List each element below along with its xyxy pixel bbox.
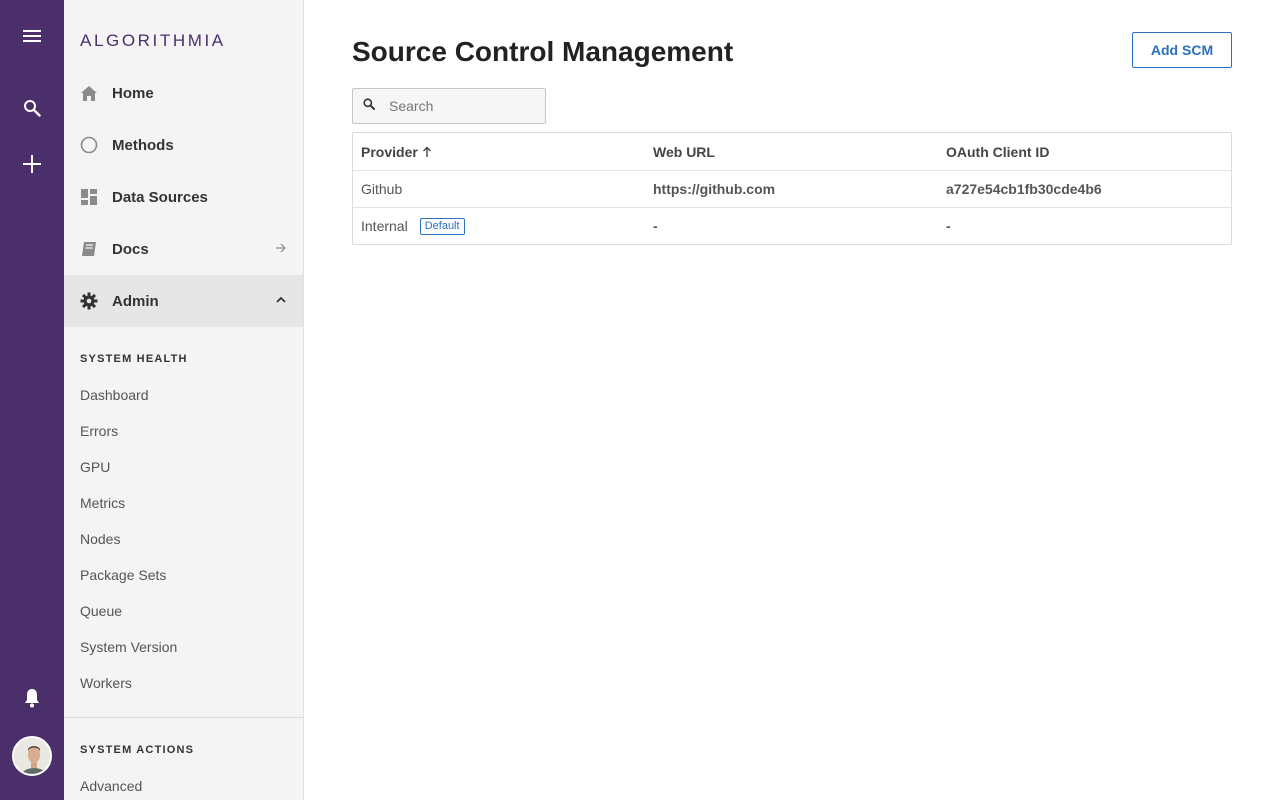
arrow-right-icon — [274, 241, 288, 255]
scm-table: Provider Web URL OAuth Client ID Github … — [352, 132, 1232, 245]
chevron-up-icon[interactable] — [274, 293, 288, 307]
nav-item-methods[interactable]: Methods — [64, 119, 303, 171]
sidebar: ALGORITHMIA Home Methods Data Sources Do… — [64, 0, 304, 800]
provider-cell: Internal Default — [353, 217, 645, 235]
provider-name: Github — [361, 181, 403, 197]
web-url-cell: https://github.com — [653, 181, 776, 197]
home-icon — [80, 84, 98, 102]
hamburger-icon[interactable] — [12, 16, 52, 56]
nav-label: Data Sources — [112, 188, 208, 206]
circle-icon — [80, 136, 98, 154]
sidebar-item-package-sets[interactable]: Package Sets — [80, 567, 166, 583]
system-actions-title: SYSTEM ACTIONS — [80, 744, 195, 756]
system-health-title: SYSTEM HEALTH — [80, 353, 188, 365]
web-url-cell: - — [653, 218, 658, 234]
user-avatar[interactable] — [12, 736, 52, 776]
left-rail — [0, 0, 64, 800]
dashboard-icon — [80, 188, 98, 206]
table-row[interactable]: Github https://github.com a727e54cb1fb30… — [353, 170, 1231, 207]
sidebar-item-advanced[interactable]: Advanced — [80, 778, 142, 794]
nav-item-data-sources[interactable]: Data Sources — [64, 171, 303, 223]
sidebar-item-workers[interactable]: Workers — [80, 675, 132, 691]
sidebar-divider — [64, 717, 303, 718]
column-header-oauth-client-id[interactable]: OAuth Client ID — [938, 144, 1231, 160]
sidebar-item-dashboard[interactable]: Dashboard — [80, 387, 149, 403]
sidebar-item-metrics[interactable]: Metrics — [80, 495, 125, 511]
bell-icon[interactable] — [12, 678, 52, 718]
nav-label: Methods — [112, 136, 174, 154]
provider-name: Internal — [361, 218, 408, 234]
plus-icon[interactable] — [12, 144, 52, 184]
page-title: Source Control Management — [352, 36, 734, 67]
client-id-cell: a727e54cb1fb30cde4b6 — [946, 181, 1102, 197]
search-input[interactable] — [389, 98, 539, 114]
search-box — [352, 88, 546, 124]
nav-item-home[interactable]: Home — [64, 67, 303, 119]
client-id-cell: - — [946, 218, 951, 234]
table-header-row: Provider Web URL OAuth Client ID — [353, 133, 1231, 170]
search-icon[interactable] — [12, 88, 52, 128]
add-scm-button[interactable]: Add SCM — [1132, 32, 1232, 68]
nav-label: Home — [112, 84, 154, 102]
nav-label: Docs — [112, 240, 149, 258]
app-logo: ALGORITHMIA — [80, 31, 226, 50]
gear-icon — [80, 292, 98, 310]
column-header-label: Provider — [361, 143, 418, 160]
column-header-provider[interactable]: Provider — [353, 144, 645, 160]
sidebar-item-queue[interactable]: Queue — [80, 603, 122, 619]
provider-cell: Github — [353, 181, 645, 197]
arrow-up-icon — [422, 146, 432, 158]
sidebar-item-gpu[interactable]: GPU — [80, 459, 110, 475]
search-icon — [363, 97, 375, 115]
nav-label: Admin — [112, 292, 159, 310]
nav-item-docs[interactable]: Docs — [64, 223, 303, 275]
table-row[interactable]: Internal Default - - — [353, 207, 1231, 244]
column-header-web-url[interactable]: Web URL — [645, 144, 938, 160]
default-badge: Default — [419, 217, 465, 235]
nav-item-admin[interactable]: Admin — [64, 275, 303, 327]
sidebar-item-nodes[interactable]: Nodes — [80, 531, 120, 547]
sidebar-item-errors[interactable]: Errors — [80, 423, 118, 439]
sidebar-item-system-version[interactable]: System Version — [80, 639, 177, 655]
book-icon — [80, 240, 98, 258]
